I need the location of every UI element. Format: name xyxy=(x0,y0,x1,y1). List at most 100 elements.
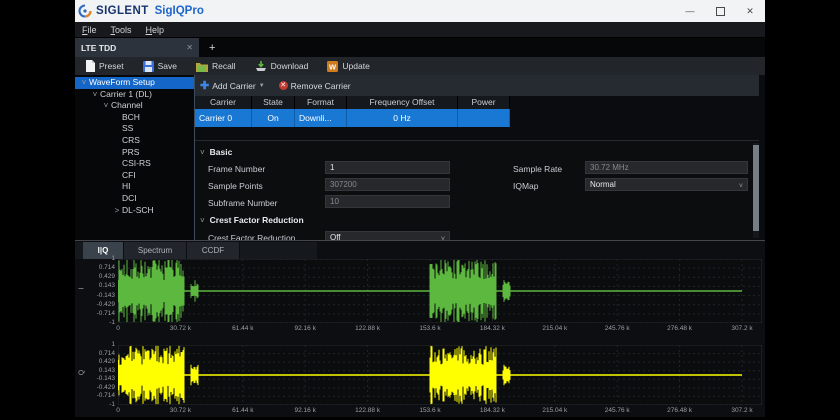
x-tick-label: 153.6 k xyxy=(405,325,455,332)
carrier-row-cell[interactable]: Downli... xyxy=(295,109,347,127)
tree-item-label: Channel xyxy=(111,100,143,112)
sample-rate-label: Sample Rate xyxy=(513,164,562,174)
carrier-table-row[interactable]: Carrier 0OnDownli...0 Hz xyxy=(195,109,759,127)
col-header-state[interactable]: State xyxy=(252,96,295,109)
preset-button[interactable]: Preset xyxy=(85,60,124,72)
tab-spectrum[interactable]: Spectrum xyxy=(124,242,187,259)
y-tick-label: 0.714 xyxy=(75,350,115,357)
carrier-toolbar: ✚ Add Carrier ▼ ✕ Remove Carrier xyxy=(195,75,759,96)
remove-carrier-button[interactable]: ✕ Remove Carrier xyxy=(279,81,351,91)
tree-item-csi-rs[interactable]: CSI-RS xyxy=(75,158,194,170)
close-button[interactable]: ✕ xyxy=(735,0,765,22)
chevron-down-icon: ˅ xyxy=(200,148,205,157)
tree-item-carrier-1-dl-[interactable]: ˅Carrier 1 (DL) xyxy=(75,89,194,101)
recall-button[interactable]: Recall xyxy=(196,61,236,72)
plot-i-area[interactable] xyxy=(118,259,762,323)
col-header-power[interactable]: Power xyxy=(458,96,510,109)
x-tick-label: 153.6 k xyxy=(405,407,455,414)
y-tick-label: -0.429 xyxy=(75,301,115,308)
update-icon: W xyxy=(327,61,338,72)
chevron-down-icon[interactable]: ˅ xyxy=(79,77,89,89)
section-cfr[interactable]: ˅ Crest Factor Reduction xyxy=(200,215,304,225)
carrier-row-cell[interactable]: On xyxy=(252,109,295,127)
x-tick-label: 92.16 k xyxy=(280,325,330,332)
maximize-button[interactable] xyxy=(705,0,735,22)
x-tick-label: 307.2 k xyxy=(717,325,765,332)
carrier-table: CarrierStateFormatFrequency OffsetPower … xyxy=(195,96,759,127)
iqmap-select[interactable]: Normal˅ xyxy=(585,178,748,191)
recall-label: Recall xyxy=(212,61,236,71)
x-tick-label: 0 xyxy=(93,407,143,414)
x-tick-label: 184.32 k xyxy=(467,325,517,332)
save-button[interactable]: Save xyxy=(143,61,177,72)
tree-item-label: CRS xyxy=(122,135,140,147)
x-tick-label: 92.16 k xyxy=(280,407,330,414)
minimize-button[interactable]: — xyxy=(675,0,705,22)
carrier-row-cell[interactable]: Carrier 0 xyxy=(195,109,252,127)
tab-ccdf[interactable]: CCDF xyxy=(187,242,240,259)
tree-item-cfi[interactable]: CFI xyxy=(75,170,194,182)
form-scrollbar[interactable] xyxy=(753,143,759,238)
tab-close-icon[interactable]: ✕ xyxy=(186,43,193,52)
tab-lte-tdd[interactable]: LTE TDD ✕ xyxy=(75,38,199,57)
chevron-down-icon: ˅ xyxy=(200,216,205,225)
chevron-down-icon[interactable]: ˅ xyxy=(101,100,111,112)
scrollbar-thumb[interactable] xyxy=(753,145,759,231)
y-tick-label: -0.714 xyxy=(75,310,115,317)
y-tick-label: -0.429 xyxy=(75,384,115,391)
menu-help[interactable]: Help xyxy=(139,25,172,35)
add-carrier-label: Add Carrier xyxy=(212,81,255,91)
download-button[interactable]: Download xyxy=(255,61,309,72)
tree-item-prs[interactable]: PRS xyxy=(75,147,194,159)
plot-panel: I|Q Spectrum CCDF I 10.7140.4290.143-0.1… xyxy=(75,240,765,417)
col-header-carrier[interactable]: Carrier xyxy=(195,96,252,109)
menu-tools[interactable]: Tools xyxy=(104,25,139,35)
tree-item-label: CFI xyxy=(122,170,136,182)
section-cfr-title: Crest Factor Reduction xyxy=(210,215,304,225)
iqmap-value: Normal xyxy=(590,180,616,189)
window-controls: — ✕ xyxy=(675,0,765,22)
tree-item-ss[interactable]: SS xyxy=(75,123,194,135)
plot-q-xlabels: 030.72 k61.44 k92.16 k122.88 k153.6 k184… xyxy=(75,405,765,417)
waveform-tree: ˅WaveForm Setup˅Carrier 1 (DL)˅ChannelBC… xyxy=(75,75,195,240)
x-tick-label: 61.44 k xyxy=(218,407,268,414)
tree-item-hi[interactable]: HI xyxy=(75,181,194,193)
x-tick-label: 184.32 k xyxy=(467,407,517,414)
tree-item-label: DCI xyxy=(122,193,137,205)
menu-file[interactable]: File xyxy=(75,25,104,35)
tree-item-bch[interactable]: BCH xyxy=(75,112,194,124)
carrier-row-cell[interactable]: 0 Hz xyxy=(347,109,458,127)
y-tick-label: 0.429 xyxy=(75,358,115,365)
frame-number-label: Frame Number xyxy=(208,164,265,174)
add-carrier-button[interactable]: ✚ Add Carrier ▼ xyxy=(200,79,265,92)
chevron-down-icon[interactable]: ▼ xyxy=(259,83,265,89)
title-bar: SIGLENT SigIQPro — ✕ xyxy=(75,0,765,22)
tree-item-dci[interactable]: DCI xyxy=(75,193,194,205)
menu-bar: FileToolsHelp xyxy=(75,22,765,38)
tree-item-crs[interactable]: CRS xyxy=(75,135,194,147)
tree-item-channel[interactable]: ˅Channel xyxy=(75,100,194,112)
save-label: Save xyxy=(158,61,177,71)
waveform-q xyxy=(118,345,762,405)
update-button[interactable]: W Update xyxy=(327,61,369,72)
tree-item-dl-sch[interactable]: ˃DL-SCH xyxy=(75,205,194,217)
section-basic[interactable]: ˅Basic xyxy=(200,147,232,157)
app-name-text: SigIQPro xyxy=(155,5,204,17)
col-header-format[interactable]: Format xyxy=(295,96,347,109)
floppy-icon xyxy=(143,61,154,72)
chevron-down-icon[interactable]: ˅ xyxy=(90,89,100,101)
tree-item-waveform-setup[interactable]: ˅WaveForm Setup xyxy=(75,77,194,89)
x-tick-label: 215.04 k xyxy=(530,325,580,332)
plot-q-area[interactable] xyxy=(118,345,762,405)
carrier-row-cell[interactable] xyxy=(458,109,510,127)
new-tab-button[interactable]: + xyxy=(199,38,225,57)
document-icon xyxy=(85,60,95,72)
chevron-right-icon[interactable]: ˃ xyxy=(112,205,122,217)
sample-rate-input: 30.72 MHz xyxy=(585,161,748,174)
col-header-frequency-offset[interactable]: Frequency Offset xyxy=(347,96,458,109)
tab-label: LTE TDD xyxy=(81,43,116,53)
frame-number-input[interactable]: 1 xyxy=(325,161,450,174)
download-icon xyxy=(255,61,267,72)
remove-carrier-label: Remove Carrier xyxy=(291,81,351,91)
y-tick-label: 0.143 xyxy=(75,367,115,374)
